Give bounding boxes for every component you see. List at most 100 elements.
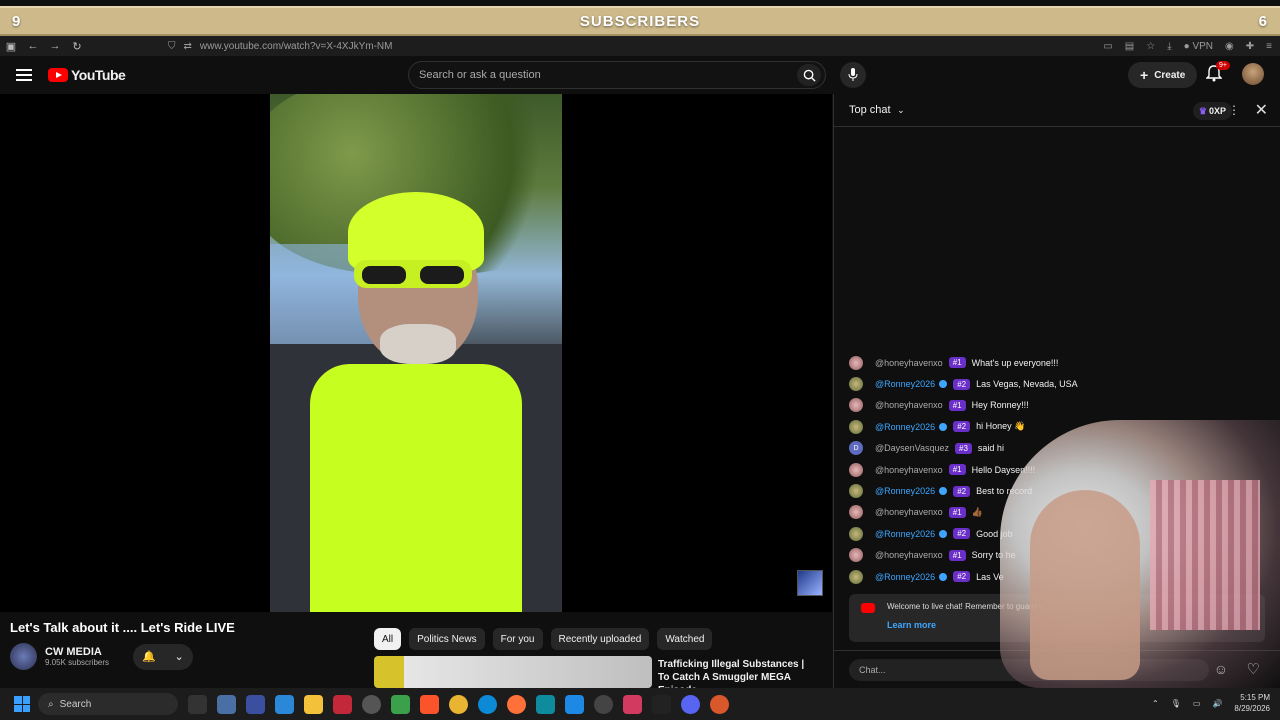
youtube-logo[interactable]: YouTube	[48, 67, 126, 83]
chip-for-you[interactable]: For you	[492, 628, 543, 650]
chat-username[interactable]: @Ronney2026	[875, 572, 935, 582]
channel-watermark[interactable]	[797, 570, 823, 596]
subscription-bell-button[interactable]: 🔔 ⌄	[133, 643, 194, 670]
browser-menu-icon[interactable]: ≡	[1266, 41, 1272, 52]
heart-icon[interactable]: ♡	[1247, 660, 1260, 678]
chip-politics-news[interactable]: Politics News	[409, 628, 485, 650]
chat-message[interactable]: @Ronney2026 #2 Best to record	[849, 480, 1269, 501]
close-chat-icon[interactable]: ✕	[1255, 100, 1268, 120]
xp-badge[interactable]: ♛ 0XP	[1192, 102, 1232, 120]
chat-more-options-icon[interactable]: ⋮	[1228, 103, 1240, 117]
chat-username[interactable]: @Ronney2026	[875, 529, 935, 539]
account-avatar[interactable]	[1242, 63, 1264, 85]
search-button[interactable]	[797, 64, 821, 86]
chat-avatar[interactable]	[849, 398, 863, 413]
chat-avatar[interactable]	[849, 462, 863, 477]
recommended-thumbnail[interactable]	[374, 656, 652, 688]
video-frame[interactable]	[270, 94, 562, 612]
download-icon[interactable]: ⤓	[1167, 41, 1171, 52]
recommended-video[interactable]: Trafficking Illegal Substances | To Catc…	[374, 656, 832, 696]
reload-icon[interactable]: ↻	[66, 40, 88, 53]
tray-chevron-icon[interactable]: ⌃	[1152, 699, 1159, 708]
back-icon[interactable]: ←	[22, 40, 44, 52]
url-text[interactable]: www.youtube.com/watch?v=X-4XJkYm-NM	[200, 41, 393, 52]
channel-avatar[interactable]	[10, 643, 37, 670]
voice-search-button[interactable]	[840, 62, 866, 88]
file-explorer-icon[interactable]	[304, 694, 323, 714]
chat-avatar[interactable]	[849, 355, 863, 370]
chat-avatar[interactable]	[849, 484, 863, 499]
app-orange-icon[interactable]	[710, 694, 729, 714]
app-green-icon[interactable]	[391, 694, 410, 714]
chat-username[interactable]: @honeyhavenxo	[875, 507, 943, 517]
discord-icon[interactable]	[681, 694, 700, 714]
tiktok-icon[interactable]	[623, 694, 642, 714]
sidebar-toggle-icon[interactable]: ▣	[0, 40, 22, 53]
taskbar-search[interactable]: ⌕ Search	[38, 693, 178, 715]
chat-avatar[interactable]: D	[849, 441, 863, 456]
edge-icon[interactable]	[478, 694, 497, 714]
video-player[interactable]	[0, 94, 832, 612]
forward-icon[interactable]: →	[44, 40, 66, 52]
chat-message[interactable]: @Ronney2026 #2 Good job	[849, 523, 1269, 544]
chat-mode-selector[interactable]: Top chat ⌄	[849, 104, 905, 116]
windows-start-icon[interactable]	[14, 696, 30, 712]
chat-username[interactable]: @Ronney2026	[875, 422, 935, 432]
address-bar[interactable]: ⛉ ⇄ www.youtube.com/watch?v=X-4XJkYm-NM	[168, 41, 392, 52]
extensions-icon[interactable]: ✚	[1246, 41, 1254, 52]
search-input[interactable]: Search or ask a question	[408, 61, 826, 89]
chat-username[interactable]: @honeyhavenxo	[875, 550, 943, 560]
chat-avatar[interactable]	[849, 377, 863, 392]
app-teal-icon[interactable]	[536, 694, 555, 714]
chat-message[interactable]: @honeyhavenxo #1 What's up everyone!!!	[849, 352, 1269, 373]
chat-message[interactable]: @honeyhavenxo #1 👍🏾	[849, 502, 1269, 523]
app-gray-icon[interactable]	[594, 694, 613, 714]
app-r-icon[interactable]	[188, 694, 207, 714]
emoji-icon[interactable]: ☺	[1214, 661, 1228, 677]
chat-username[interactable]: @Ronney2026	[875, 486, 935, 496]
chip-recently-uploaded[interactable]: Recently uploaded	[550, 628, 650, 650]
account-icon[interactable]: ◉	[1225, 41, 1234, 52]
screenshot-icon[interactable]: ▭	[1103, 41, 1112, 52]
chat-username[interactable]: @honeyhavenxo	[875, 400, 943, 410]
microphone-icon[interactable]: 🎙	[1171, 699, 1181, 708]
display-icon[interactable]: ▭	[1193, 699, 1201, 708]
app-blue-icon[interactable]	[275, 694, 294, 714]
learn-more-link[interactable]: Learn more	[887, 620, 1255, 630]
volume-icon[interactable]: 🔊	[1212, 699, 1222, 708]
app-network-icon[interactable]	[246, 694, 265, 714]
site-settings-icon[interactable]: ⇄	[184, 41, 192, 52]
chat-message[interactable]: @Ronney2026 #2 hi Honey 👋	[849, 416, 1269, 437]
brave-icon[interactable]	[420, 694, 439, 714]
notifications-button[interactable]: 9+	[1205, 61, 1230, 86]
chat-avatar[interactable]	[849, 569, 863, 584]
hamburger-menu-icon[interactable]	[16, 69, 32, 81]
chat-username[interactable]: @honeyhavenxo	[875, 465, 943, 475]
clock[interactable]: 5:15 PM 8/29/2026	[1234, 692, 1270, 714]
chat-username[interactable]: @honeyhavenxo	[875, 358, 943, 368]
channel-name[interactable]: CW MEDIA	[45, 646, 109, 658]
chat-message[interactable]: @Ronney2026 #2 Las Ve	[849, 566, 1269, 587]
reader-icon[interactable]: ▤	[1125, 41, 1134, 52]
chat-username[interactable]: @DaysenVasquez	[875, 443, 949, 453]
chat-message[interactable]: @Ronney2026 #2 Las Vegas, Nevada, USA	[849, 373, 1269, 394]
firefox-icon[interactable]	[507, 694, 526, 714]
chip-watched[interactable]: Watched	[657, 628, 713, 650]
app-tools-icon[interactable]	[217, 694, 236, 714]
chat-message[interactable]: @honeyhavenxo #1 Hey Ronney!!!	[849, 395, 1269, 416]
create-button[interactable]: + Create	[1128, 62, 1198, 88]
chip-all[interactable]: All	[374, 628, 402, 650]
chat-avatar[interactable]	[849, 526, 863, 541]
vscode-icon[interactable]	[565, 694, 584, 714]
chat-username[interactable]: @Ronney2026	[875, 379, 935, 389]
tiktok-dark-icon[interactable]	[652, 694, 671, 714]
chat-input[interactable]: Chat...	[849, 659, 1209, 681]
app-red-icon[interactable]	[333, 694, 352, 714]
chat-avatar[interactable]	[849, 548, 863, 563]
bookmark-star-icon[interactable]: ☆	[1146, 41, 1155, 52]
chat-message[interactable]: D @DaysenVasquez #3 said hi	[849, 438, 1269, 459]
vpn-button[interactable]: ● VPN	[1184, 41, 1213, 52]
chat-avatar[interactable]	[849, 505, 863, 520]
chrome-icon[interactable]	[449, 694, 468, 714]
chat-message[interactable]: @honeyhavenxo #1 Sorry to he	[849, 545, 1269, 566]
